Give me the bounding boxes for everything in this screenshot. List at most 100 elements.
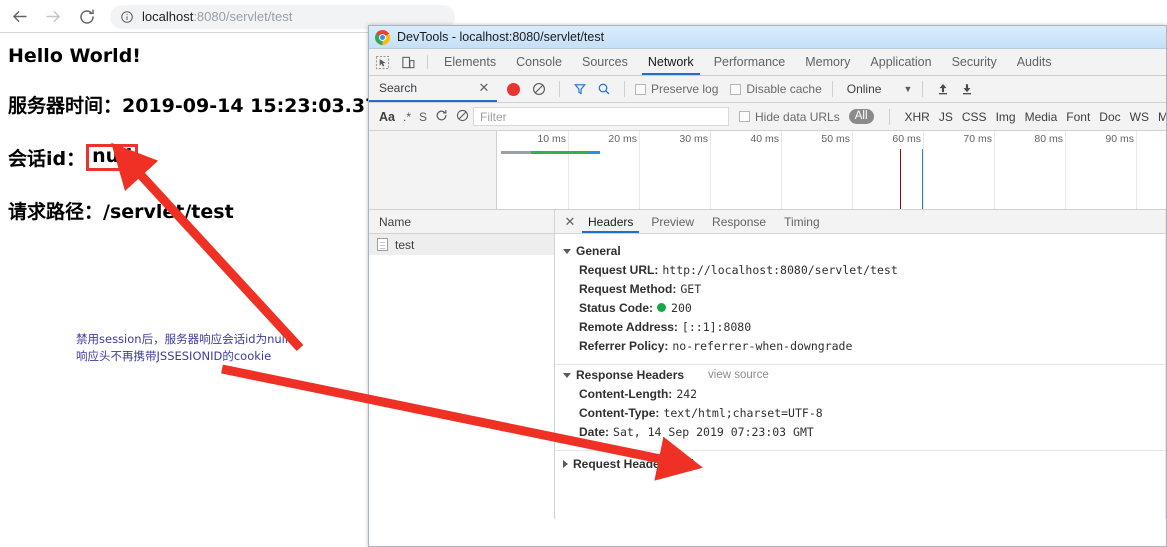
- network-actions: Preserve log Disable cache Online ▼: [497, 76, 1166, 102]
- header-key: Request URL:: [579, 263, 659, 277]
- preserve-log-checkbox[interactable]: Preserve log: [635, 82, 718, 96]
- reload-button[interactable]: [72, 3, 102, 31]
- filter-type-xhr[interactable]: XHR: [905, 110, 930, 124]
- status-ok-icon: [657, 303, 667, 312]
- info-circle-icon: [120, 10, 134, 24]
- arrow-left-icon: [12, 11, 27, 22]
- tab-sources[interactable]: Sources: [572, 49, 638, 75]
- column-header-name: Name: [379, 214, 412, 229]
- disable-cache-label: Disable cache: [746, 82, 822, 96]
- clear-icon: [456, 109, 469, 121]
- header-row: Referrer Policy: no-referrer-when-downgr…: [555, 337, 1166, 356]
- network-panel-body: Name test ✕ Headers Preview Response Tim…: [369, 210, 1166, 519]
- document-icon: [377, 238, 388, 251]
- filter-type-js[interactable]: JS: [939, 110, 953, 124]
- request-list-header[interactable]: Name: [369, 210, 554, 234]
- header-key: Referrer Policy:: [579, 339, 669, 353]
- device-toolbar-button[interactable]: [395, 49, 421, 75]
- filter-type-doc[interactable]: Doc: [1099, 110, 1120, 124]
- filter-type-manifest[interactable]: Manifest: [1158, 110, 1166, 124]
- record-button[interactable]: [507, 82, 520, 96]
- filter-type-img[interactable]: Img: [996, 110, 1016, 124]
- table-row[interactable]: test: [369, 234, 554, 255]
- divider: [559, 81, 560, 97]
- network-toolbar-row: Search ✕ Preserve log Disable cache Onli…: [369, 76, 1166, 103]
- export-har-icon: [963, 84, 972, 95]
- section-response-headers-header[interactable]: Response Headers view source: [555, 365, 1166, 385]
- back-button[interactable]: [4, 3, 34, 31]
- arrow-right-icon: [45, 11, 60, 22]
- header-row: Status Code: 200: [555, 299, 1166, 318]
- header-key: Content-Type:: [579, 406, 660, 420]
- header-key: Remote Address:: [579, 320, 678, 334]
- tab-headers[interactable]: Headers: [579, 210, 642, 233]
- regex-button[interactable]: .*: [403, 110, 411, 124]
- export-har-button[interactable]: [957, 79, 977, 99]
- divider: [624, 81, 625, 97]
- tab-response[interactable]: Response: [703, 210, 775, 233]
- session-id-label: 会话id：: [8, 148, 86, 170]
- throttling-value: Online: [846, 82, 882, 96]
- tab-audits[interactable]: Audits: [1007, 49, 1062, 75]
- tab-application[interactable]: Application: [860, 49, 941, 75]
- checkbox-box: [730, 83, 742, 95]
- clear-network-button[interactable]: [529, 79, 549, 99]
- chevron-right-icon: [563, 460, 568, 468]
- section-request-headers-header[interactable]: Request Headers (11): [555, 451, 1166, 474]
- header-key: Request Method:: [579, 282, 677, 296]
- divider: [831, 81, 833, 97]
- section-general-header[interactable]: General: [555, 241, 1166, 261]
- import-har-button[interactable]: [933, 79, 953, 99]
- filter-type-all[interactable]: All: [848, 109, 874, 124]
- search-panel-tab[interactable]: Search ✕: [369, 76, 497, 102]
- hide-data-urls-checkbox[interactable]: Hide data URLs: [739, 110, 840, 124]
- tab-preview[interactable]: Preview: [642, 210, 703, 233]
- filter-type-css[interactable]: CSS: [962, 110, 987, 124]
- tab-timing[interactable]: Timing: [775, 210, 829, 233]
- filter-type-font[interactable]: Font: [1066, 110, 1090, 124]
- devtools-title: DevTools - localhost:8080/servlet/test: [397, 30, 605, 44]
- throttling-dropdown[interactable]: Online ▼: [847, 82, 913, 96]
- tab-memory[interactable]: Memory: [795, 49, 860, 75]
- view-source-link[interactable]: view source: [708, 369, 769, 381]
- filter-input[interactable]: Filter: [473, 107, 730, 126]
- pane-edge: [1165, 210, 1166, 519]
- header-row: Request Method: GET: [555, 280, 1166, 299]
- inspect-element-button[interactable]: [369, 49, 395, 75]
- toolbar-divider: [427, 55, 428, 69]
- tab-elements[interactable]: Elements: [434, 49, 506, 75]
- checkbox-box: [635, 83, 646, 95]
- search-button[interactable]: [594, 79, 614, 99]
- filter-row: Aa .* S Filter Hide data URLs All XHR JS…: [369, 103, 1166, 131]
- refresh-icon: [436, 109, 447, 120]
- filter-zone: Filter Hide data URLs All XHR JS CSS Img…: [469, 103, 1166, 130]
- tab-console[interactable]: Console: [506, 49, 572, 75]
- forward-button[interactable]: [38, 3, 68, 31]
- search-clear-button[interactable]: [456, 109, 469, 125]
- close-icon[interactable]: ✕: [477, 80, 491, 96]
- disable-cache-checkbox[interactable]: Disable cache: [730, 82, 822, 96]
- search-refresh-button[interactable]: [435, 109, 448, 125]
- header-row: Content-Length: 242: [555, 385, 1166, 404]
- filter-type-ws[interactable]: WS: [1130, 110, 1149, 124]
- detail-tabstrip: ✕ Headers Preview Response Timing: [555, 210, 1166, 234]
- header-value: [::1]:8080: [681, 320, 752, 334]
- filter-toggle-button[interactable]: [570, 79, 590, 99]
- tab-performance[interactable]: Performance: [704, 49, 796, 75]
- search-panel-label: Search: [379, 81, 418, 95]
- header-value: Sat, 14 Sep 2019 07:23:03 GMT: [613, 425, 814, 439]
- tick-label: 60 ms: [892, 133, 921, 145]
- session-id-value-highlight: null: [86, 144, 139, 171]
- network-overview[interactable]: 10 ms 20 ms 30 ms 40 ms 50 ms 60 ms 70 m…: [369, 131, 1166, 210]
- close-detail-icon[interactable]: ✕: [561, 210, 579, 233]
- match-case-button[interactable]: Aa: [379, 110, 395, 124]
- divider: [922, 81, 924, 97]
- tick-70ms: 70 ms: [963, 131, 995, 209]
- whole-word-button[interactable]: S: [419, 110, 427, 124]
- tick-80ms: 80 ms: [1034, 131, 1066, 209]
- overview-timeline[interactable]: 10 ms 20 ms 30 ms 40 ms 50 ms 60 ms 70 m…: [497, 131, 1166, 209]
- devtools-titlebar[interactable]: DevTools - localhost:8080/servlet/test: [369, 26, 1166, 49]
- tab-network[interactable]: Network: [638, 49, 704, 75]
- filter-type-media[interactable]: Media: [1025, 110, 1058, 124]
- tab-security[interactable]: Security: [942, 49, 1007, 75]
